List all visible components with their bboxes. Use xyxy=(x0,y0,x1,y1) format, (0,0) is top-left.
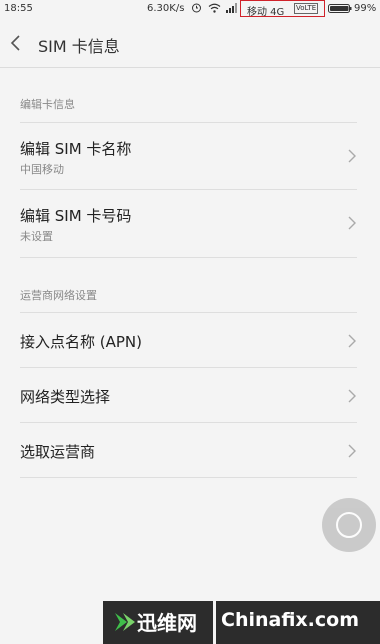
wifi-icon xyxy=(208,3,221,13)
divider xyxy=(20,257,357,258)
row-label: 接入点名称 (APN) xyxy=(20,333,143,351)
network-speed: 6.30K/s xyxy=(147,3,185,14)
status-bar: 18:55 6.30K/s 移动 4G VoLTE 99% xyxy=(0,0,380,18)
back-arrow-icon[interactable] xyxy=(10,35,22,51)
chevron-right-icon xyxy=(348,334,356,348)
chevron-right-icon xyxy=(348,389,356,403)
divider xyxy=(20,477,357,478)
row-label: 编辑 SIM 卡号码 xyxy=(20,207,132,225)
battery-icon xyxy=(328,4,352,13)
status-time: 18:55 xyxy=(4,3,33,14)
header-divider xyxy=(0,67,380,68)
chevron-right-icon xyxy=(348,216,356,230)
row-label: 网络类型选择 xyxy=(20,388,111,406)
page-title: SIM 卡信息 xyxy=(38,37,120,56)
apn-row[interactable]: 接入点名称 (APN) xyxy=(0,313,380,368)
alarm-icon xyxy=(192,3,201,13)
floating-assist-button[interactable] xyxy=(322,498,376,552)
chevron-right-icon xyxy=(348,444,356,458)
header: SIM 卡信息 xyxy=(0,18,380,68)
signal-icon xyxy=(226,3,237,13)
watermark-separator xyxy=(213,601,216,644)
row-label: 选取运营商 xyxy=(20,443,96,461)
watermark-banner: 迅维网 Chinafix.com xyxy=(103,601,380,644)
circle-icon xyxy=(336,512,362,538)
section-title-card-info: 编辑卡信息 xyxy=(20,98,75,111)
carrier-name: 移动 4G xyxy=(247,7,285,18)
row-value: 中国移动 xyxy=(20,163,64,176)
section-title-carrier-network: 运营商网络设置 xyxy=(20,289,97,302)
select-carrier-row[interactable]: 选取运营商 xyxy=(0,423,380,478)
volte-badge: VoLTE xyxy=(294,3,319,14)
edit-sim-name-row[interactable]: 编辑 SIM 卡名称 中国移动 xyxy=(0,123,380,189)
edit-sim-number-row[interactable]: 编辑 SIM 卡号码 未设置 xyxy=(0,190,380,256)
chevron-right-icon xyxy=(348,149,356,163)
chinafix-logo-icon xyxy=(115,613,135,631)
network-type-row[interactable]: 网络类型选择 xyxy=(0,368,380,423)
watermark-en: Chinafix.com xyxy=(221,609,360,631)
row-value: 未设置 xyxy=(20,230,53,243)
row-label: 编辑 SIM 卡名称 xyxy=(20,140,132,158)
battery-percent: 99% xyxy=(354,3,377,14)
watermark-cn: 迅维网 xyxy=(137,611,197,635)
